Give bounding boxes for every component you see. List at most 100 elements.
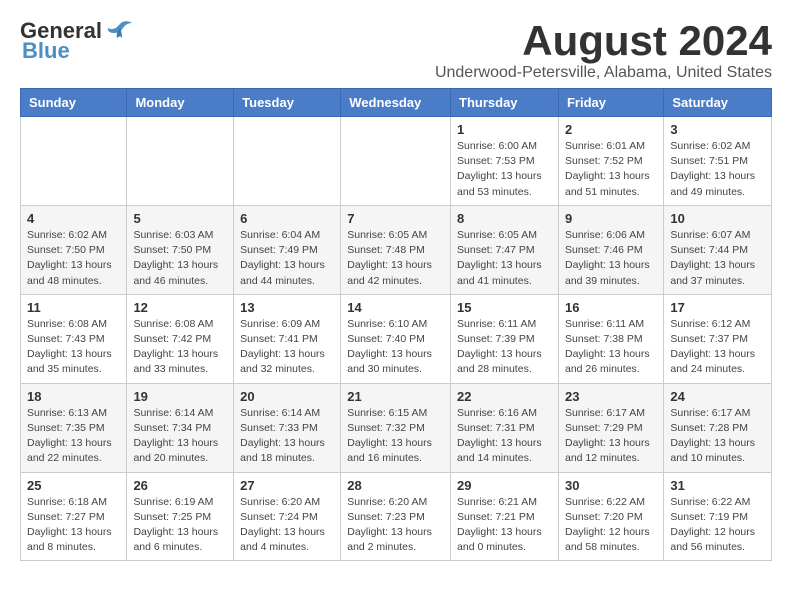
- calendar-cell: 21Sunrise: 6:15 AM Sunset: 7:32 PM Dayli…: [341, 383, 451, 472]
- header: General Blue August 2024 Underwood-Peter…: [20, 20, 772, 82]
- calendar-cell: 13 Sunrise: 6:09 AM Sunset: 7:41 PM Dayli…: [234, 294, 341, 383]
- day-info: Sunrise: 6:02 AM Sunset: 7:50 PM Dayligh…: [27, 228, 120, 289]
- weekday-header-wednesday: Wednesday: [341, 89, 451, 117]
- calendar-cell: 19 Sunrise: 6:14 AM Sunset: 7:34 PM Dayli…: [127, 383, 234, 472]
- day-number: 31: [670, 478, 765, 493]
- calendar-cell: [21, 117, 127, 206]
- day-info: Sunrise: 6:22 AM Sunset: 7:20 PM Dayligh…: [565, 495, 657, 556]
- calendar-cell: [127, 117, 234, 206]
- week-row-5: 25 Sunrise: 6:18 AM Sunset: 7:27 PM Dayli…: [21, 472, 772, 561]
- day-info: Sunrise: 6:05 AM Sunset: 7:47 PM Dayligh…: [457, 228, 552, 289]
- day-number: 23: [565, 389, 657, 404]
- calendar-cell: 31 Sunrise: 6:22 AM Sunset: 7:19 PM Dayli…: [664, 472, 772, 561]
- day-info: Sunrise: 6:14 AM Sunset: 7:34 PM Dayligh…: [133, 406, 227, 467]
- title-area: August 2024 Underwood-Petersville, Alaba…: [435, 20, 772, 82]
- month-title: August 2024: [435, 20, 772, 62]
- day-info: Sunrise: 6:20 AM Sunset: 7:23 PM Dayligh…: [347, 495, 444, 556]
- day-info: Sunrise: 6:21 AM Sunset: 7:21 PM Dayligh…: [457, 495, 552, 556]
- logo-blue: Blue: [20, 40, 70, 62]
- day-number: 27: [240, 478, 334, 493]
- calendar-cell: [341, 117, 451, 206]
- day-number: 5: [133, 211, 227, 226]
- day-number: 18: [27, 389, 120, 404]
- day-number: 1: [457, 122, 552, 137]
- week-row-4: 18 Sunrise: 6:13 AM Sunset: 7:35 PM Dayli…: [21, 383, 772, 472]
- day-number: 28: [347, 478, 444, 493]
- calendar-cell: 16 Sunrise: 6:11 AM Sunset: 7:38 PM Dayli…: [558, 294, 663, 383]
- day-number: 16: [565, 300, 657, 315]
- day-info: Sunrise: 6:03 AM Sunset: 7:50 PM Dayligh…: [133, 228, 227, 289]
- day-info: Sunrise: 6:08 AM Sunset: 7:43 PM Dayligh…: [27, 317, 120, 378]
- calendar-cell: 29 Sunrise: 6:21 AM Sunset: 7:21 PM Dayli…: [451, 472, 559, 561]
- day-info: Sunrise: 6:01 AM Sunset: 7:52 PM Dayligh…: [565, 139, 657, 200]
- day-info: Sunrise: 6:13 AM Sunset: 7:35 PM Dayligh…: [27, 406, 120, 467]
- day-info: Sunrise: 6:11 AM Sunset: 7:39 PM Dayligh…: [457, 317, 552, 378]
- day-number: 21: [347, 389, 444, 404]
- day-info: Sunrise: 6:02 AM Sunset: 7:51 PM Dayligh…: [670, 139, 765, 200]
- week-row-1: 1 Sunrise: 6:00 AM Sunset: 7:53 PM Daylig…: [21, 117, 772, 206]
- day-info: Sunrise: 6:16 AM Sunset: 7:31 PM Dayligh…: [457, 406, 552, 467]
- day-number: 11: [27, 300, 120, 315]
- calendar-cell: 26Sunrise: 6:19 AM Sunset: 7:25 PM Dayli…: [127, 472, 234, 561]
- logo-bird-icon: [106, 20, 134, 42]
- week-row-3: 11 Sunrise: 6:08 AM Sunset: 7:43 PM Dayli…: [21, 294, 772, 383]
- day-info: Sunrise: 6:05 AM Sunset: 7:48 PM Dayligh…: [347, 228, 444, 289]
- logo: General Blue: [20, 20, 134, 62]
- calendar-cell: 25 Sunrise: 6:18 AM Sunset: 7:27 PM Dayli…: [21, 472, 127, 561]
- day-number: 12: [133, 300, 227, 315]
- calendar-cell: 10 Sunrise: 6:07 AM Sunset: 7:44 PM Dayli…: [664, 205, 772, 294]
- weekday-header-sunday: Sunday: [21, 89, 127, 117]
- day-number: 20: [240, 389, 334, 404]
- day-number: 13: [240, 300, 334, 315]
- calendar-cell: 27Sunrise: 6:20 AM Sunset: 7:24 PM Dayli…: [234, 472, 341, 561]
- day-number: 25: [27, 478, 120, 493]
- calendar-cell: 24 Sunrise: 6:17 AM Sunset: 7:28 PM Dayli…: [664, 383, 772, 472]
- day-number: 3: [670, 122, 765, 137]
- day-info: Sunrise: 6:00 AM Sunset: 7:53 PM Dayligh…: [457, 139, 552, 200]
- week-row-2: 4 Sunrise: 6:02 AM Sunset: 7:50 PM Daylig…: [21, 205, 772, 294]
- calendar-cell: 28 Sunrise: 6:20 AM Sunset: 7:23 PM Dayli…: [341, 472, 451, 561]
- calendar-cell: 7Sunrise: 6:05 AM Sunset: 7:48 PM Daylig…: [341, 205, 451, 294]
- calendar-cell: 6Sunrise: 6:04 AM Sunset: 7:49 PM Daylig…: [234, 205, 341, 294]
- weekday-header-thursday: Thursday: [451, 89, 559, 117]
- day-info: Sunrise: 6:18 AM Sunset: 7:27 PM Dayligh…: [27, 495, 120, 556]
- day-number: 17: [670, 300, 765, 315]
- day-number: 14: [347, 300, 444, 315]
- day-info: Sunrise: 6:12 AM Sunset: 7:37 PM Dayligh…: [670, 317, 765, 378]
- weekday-header-monday: Monday: [127, 89, 234, 117]
- day-number: 2: [565, 122, 657, 137]
- day-number: 9: [565, 211, 657, 226]
- day-info: Sunrise: 6:09 AM Sunset: 7:41 PM Dayligh…: [240, 317, 334, 378]
- calendar-cell: 12Sunrise: 6:08 AM Sunset: 7:42 PM Dayli…: [127, 294, 234, 383]
- day-number: 22: [457, 389, 552, 404]
- day-info: Sunrise: 6:14 AM Sunset: 7:33 PM Dayligh…: [240, 406, 334, 467]
- calendar-cell: 18 Sunrise: 6:13 AM Sunset: 7:35 PM Dayli…: [21, 383, 127, 472]
- day-info: Sunrise: 6:07 AM Sunset: 7:44 PM Dayligh…: [670, 228, 765, 289]
- location-title: Underwood-Petersville, Alabama, United S…: [435, 64, 772, 82]
- calendar-cell: 30 Sunrise: 6:22 AM Sunset: 7:20 PM Dayli…: [558, 472, 663, 561]
- day-number: 30: [565, 478, 657, 493]
- weekday-header-saturday: Saturday: [664, 89, 772, 117]
- day-info: Sunrise: 6:06 AM Sunset: 7:46 PM Dayligh…: [565, 228, 657, 289]
- calendar-cell: 3 Sunrise: 6:02 AM Sunset: 7:51 PM Daylig…: [664, 117, 772, 206]
- weekday-header-friday: Friday: [558, 89, 663, 117]
- day-number: 24: [670, 389, 765, 404]
- day-number: 19: [133, 389, 227, 404]
- day-info: Sunrise: 6:17 AM Sunset: 7:28 PM Dayligh…: [670, 406, 765, 467]
- calendar-cell: 15 Sunrise: 6:11 AM Sunset: 7:39 PM Dayli…: [451, 294, 559, 383]
- day-info: Sunrise: 6:11 AM Sunset: 7:38 PM Dayligh…: [565, 317, 657, 378]
- calendar-cell: 14 Sunrise: 6:10 AM Sunset: 7:40 PM Dayli…: [341, 294, 451, 383]
- calendar-table: SundayMondayTuesdayWednesdayThursdayFrid…: [20, 88, 772, 561]
- day-info: Sunrise: 6:22 AM Sunset: 7:19 PM Dayligh…: [670, 495, 765, 556]
- day-number: 10: [670, 211, 765, 226]
- day-number: 15: [457, 300, 552, 315]
- day-number: 29: [457, 478, 552, 493]
- calendar-cell: 20 Sunrise: 6:14 AM Sunset: 7:33 PM Dayli…: [234, 383, 341, 472]
- day-info: Sunrise: 6:10 AM Sunset: 7:40 PM Dayligh…: [347, 317, 444, 378]
- day-number: 4: [27, 211, 120, 226]
- calendar-cell: 11 Sunrise: 6:08 AM Sunset: 7:43 PM Dayli…: [21, 294, 127, 383]
- day-info: Sunrise: 6:19 AM Sunset: 7:25 PM Dayligh…: [133, 495, 227, 556]
- calendar-cell: 22 Sunrise: 6:16 AM Sunset: 7:31 PM Dayli…: [451, 383, 559, 472]
- day-number: 6: [240, 211, 334, 226]
- weekday-header-row: SundayMondayTuesdayWednesdayThursdayFrid…: [21, 89, 772, 117]
